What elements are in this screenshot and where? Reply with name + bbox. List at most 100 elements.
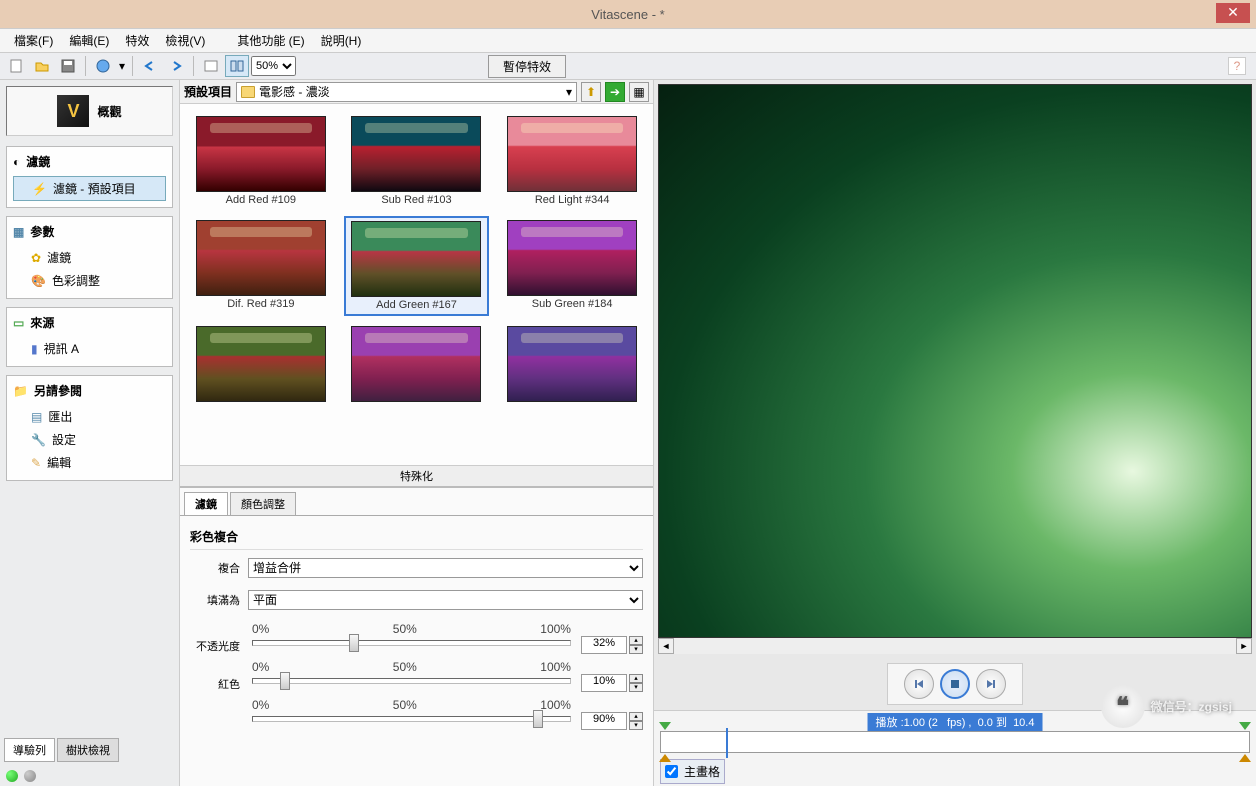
layout1-icon[interactable]: [199, 55, 223, 77]
fx-dropdown-icon[interactable]: ▾: [117, 55, 127, 77]
lightning-icon: ⚡: [32, 182, 47, 196]
layout2-icon[interactable]: [225, 55, 249, 77]
extra-slider[interactable]: [252, 716, 571, 722]
preset-thumb-icon: [196, 220, 326, 296]
slider-thumb-icon[interactable]: [349, 634, 359, 652]
slider-thumb-icon[interactable]: [280, 672, 290, 690]
preset-item[interactable]: [499, 322, 645, 406]
extra-value[interactable]: 90%: [581, 712, 627, 730]
param-tab-filter[interactable]: 濾鏡: [184, 492, 228, 515]
menu-other[interactable]: 其他功能 (E): [229, 30, 312, 51]
sidebar-item-editor[interactable]: ✎編輯: [13, 451, 166, 474]
sidebar-item-param-filter[interactable]: ✿ 濾鏡: [13, 246, 166, 269]
export-label: 匯出: [48, 408, 72, 425]
timeline-end-icon[interactable]: [1239, 722, 1251, 730]
menu-fx[interactable]: 特效: [117, 30, 157, 51]
red-slider[interactable]: [252, 678, 571, 684]
spin-up-button[interactable]: ▴: [629, 674, 643, 683]
pause-fx-button[interactable]: 暫停特效: [488, 55, 566, 78]
preset-caption: Dif. Red #319: [227, 298, 294, 310]
panel-params: ▦参數 ✿ 濾鏡 🎨 色彩調整: [6, 216, 173, 299]
param-tab-color[interactable]: 顏色調整: [230, 492, 296, 515]
gear-sm-icon: ✿: [31, 251, 41, 265]
open-icon[interactable]: [30, 55, 54, 77]
blend-label: 複合: [190, 560, 248, 576]
grid-view-button[interactable]: ▦: [629, 82, 649, 102]
panel-seealso: 📁另請參閱 ▤匯出 🔧設定 ✎編輯: [6, 375, 173, 481]
preset-bar: 預設項目 電影感 - 濃淡 ▾ ⬆ ➔ ▦: [180, 80, 653, 104]
timeline-out-icon[interactable]: [1239, 754, 1251, 762]
timeline-track[interactable]: [660, 731, 1250, 753]
fx-icon[interactable]: [91, 55, 115, 77]
preset-thumb-icon: [351, 326, 481, 402]
spin-down-button[interactable]: ▾: [629, 721, 643, 730]
grid-icon: ▦: [13, 225, 24, 239]
status-green-icon: [6, 770, 18, 782]
undo-icon[interactable]: [138, 55, 162, 77]
preset-path-dropdown[interactable]: 電影感 - 濃淡 ▾: [236, 82, 577, 102]
preset-item[interactable]: Red Light #344: [499, 112, 645, 210]
scroll-right-icon[interactable]: ►: [1236, 638, 1252, 654]
redo-icon[interactable]: [164, 55, 188, 77]
preset-item[interactable]: Dif. Red #319: [188, 216, 334, 316]
preview-canvas[interactable]: [658, 84, 1252, 638]
preset-item[interactable]: Sub Green #184: [499, 216, 645, 316]
save-icon[interactable]: [56, 55, 80, 77]
up-folder-button[interactable]: ⬆: [581, 82, 601, 102]
spin-up-button[interactable]: ▴: [629, 636, 643, 645]
playback-controls: [887, 663, 1023, 705]
preset-item[interactable]: Sub Red #103: [344, 112, 490, 210]
status-icons: [0, 766, 179, 786]
scroll-track[interactable]: [674, 638, 1236, 654]
next-frame-button[interactable]: [976, 669, 1006, 699]
main-grid-checkbox[interactable]: [665, 765, 678, 778]
preview-hscroll[interactable]: ◄ ►: [658, 638, 1252, 654]
scroll-left-icon[interactable]: ◄: [658, 638, 674, 654]
overview-box[interactable]: V 概觀: [6, 86, 173, 136]
spin-down-button[interactable]: ▾: [629, 645, 643, 654]
new-icon[interactable]: [4, 55, 28, 77]
preset-item[interactable]: [344, 322, 490, 406]
menu-help[interactable]: 說明(H): [313, 30, 370, 51]
timeline-start-icon[interactable]: [659, 722, 671, 730]
overview-label: 概觀: [97, 103, 121, 120]
fill-select[interactable]: 平面: [248, 590, 643, 610]
filter-preset-label: 濾鏡 - 預設項目: [53, 180, 136, 197]
zoom-select[interactable]: 50%: [251, 56, 296, 76]
preset-item[interactable]: Add Red #109: [188, 112, 334, 210]
menu-edit[interactable]: 編輯(E): [61, 30, 117, 51]
tab-nav[interactable]: 導驗列: [4, 738, 55, 762]
opacity-value[interactable]: 32%: [581, 636, 627, 654]
preset-thumb-icon: [507, 220, 637, 296]
menu-view[interactable]: 檢視(V): [157, 30, 213, 51]
preset-item[interactable]: [188, 322, 334, 406]
sidebar-item-source-video[interactable]: ▮ 視訊 A: [13, 337, 166, 360]
panel-filter: ◐濾鏡 ⚡ 濾鏡 - 預設項目: [6, 146, 173, 208]
prev-frame-button[interactable]: [904, 669, 934, 699]
preset-item-selected[interactable]: Add Green #167: [344, 216, 490, 316]
help-icon[interactable]: ?: [1228, 57, 1246, 75]
tick-50: 50%: [393, 698, 417, 712]
preset-thumb-icon: [351, 116, 481, 192]
opacity-slider[interactable]: [252, 640, 571, 646]
sidebar-item-param-color[interactable]: 🎨 色彩調整: [13, 269, 166, 292]
go-button[interactable]: ➔: [605, 82, 625, 102]
sidebar-item-export[interactable]: ▤匯出: [13, 405, 166, 428]
sidebar-item-filter-preset[interactable]: ⚡ 濾鏡 - 預設項目: [13, 176, 166, 201]
left-sidebar: V 概觀 ◐濾鏡 ⚡ 濾鏡 - 預設項目 ▦参數 ✿ 濾鏡 🎨 色彩調整 ▭來源: [0, 80, 180, 786]
preset-thumb-icon: [196, 326, 326, 402]
tab-tree[interactable]: 樹狀檢視: [57, 738, 119, 762]
preset-thumbnails[interactable]: Add Red #109 Sub Red #103 Red Light #344…: [180, 104, 653, 465]
spin-down-button[interactable]: ▾: [629, 683, 643, 692]
preset-thumb-icon: [351, 221, 481, 297]
close-button[interactable]: ✕: [1216, 3, 1250, 23]
menu-file[interactable]: 檔案(F): [6, 30, 61, 51]
blend-select[interactable]: 增益合併: [248, 558, 643, 578]
timeline-in-icon[interactable]: [659, 754, 671, 762]
slider-thumb-icon[interactable]: [533, 710, 543, 728]
spin-up-button[interactable]: ▴: [629, 712, 643, 721]
stop-button[interactable]: [940, 669, 970, 699]
sidebar-item-settings[interactable]: 🔧設定: [13, 428, 166, 451]
red-value[interactable]: 10%: [581, 674, 627, 692]
timeline-playhead[interactable]: [726, 728, 728, 758]
